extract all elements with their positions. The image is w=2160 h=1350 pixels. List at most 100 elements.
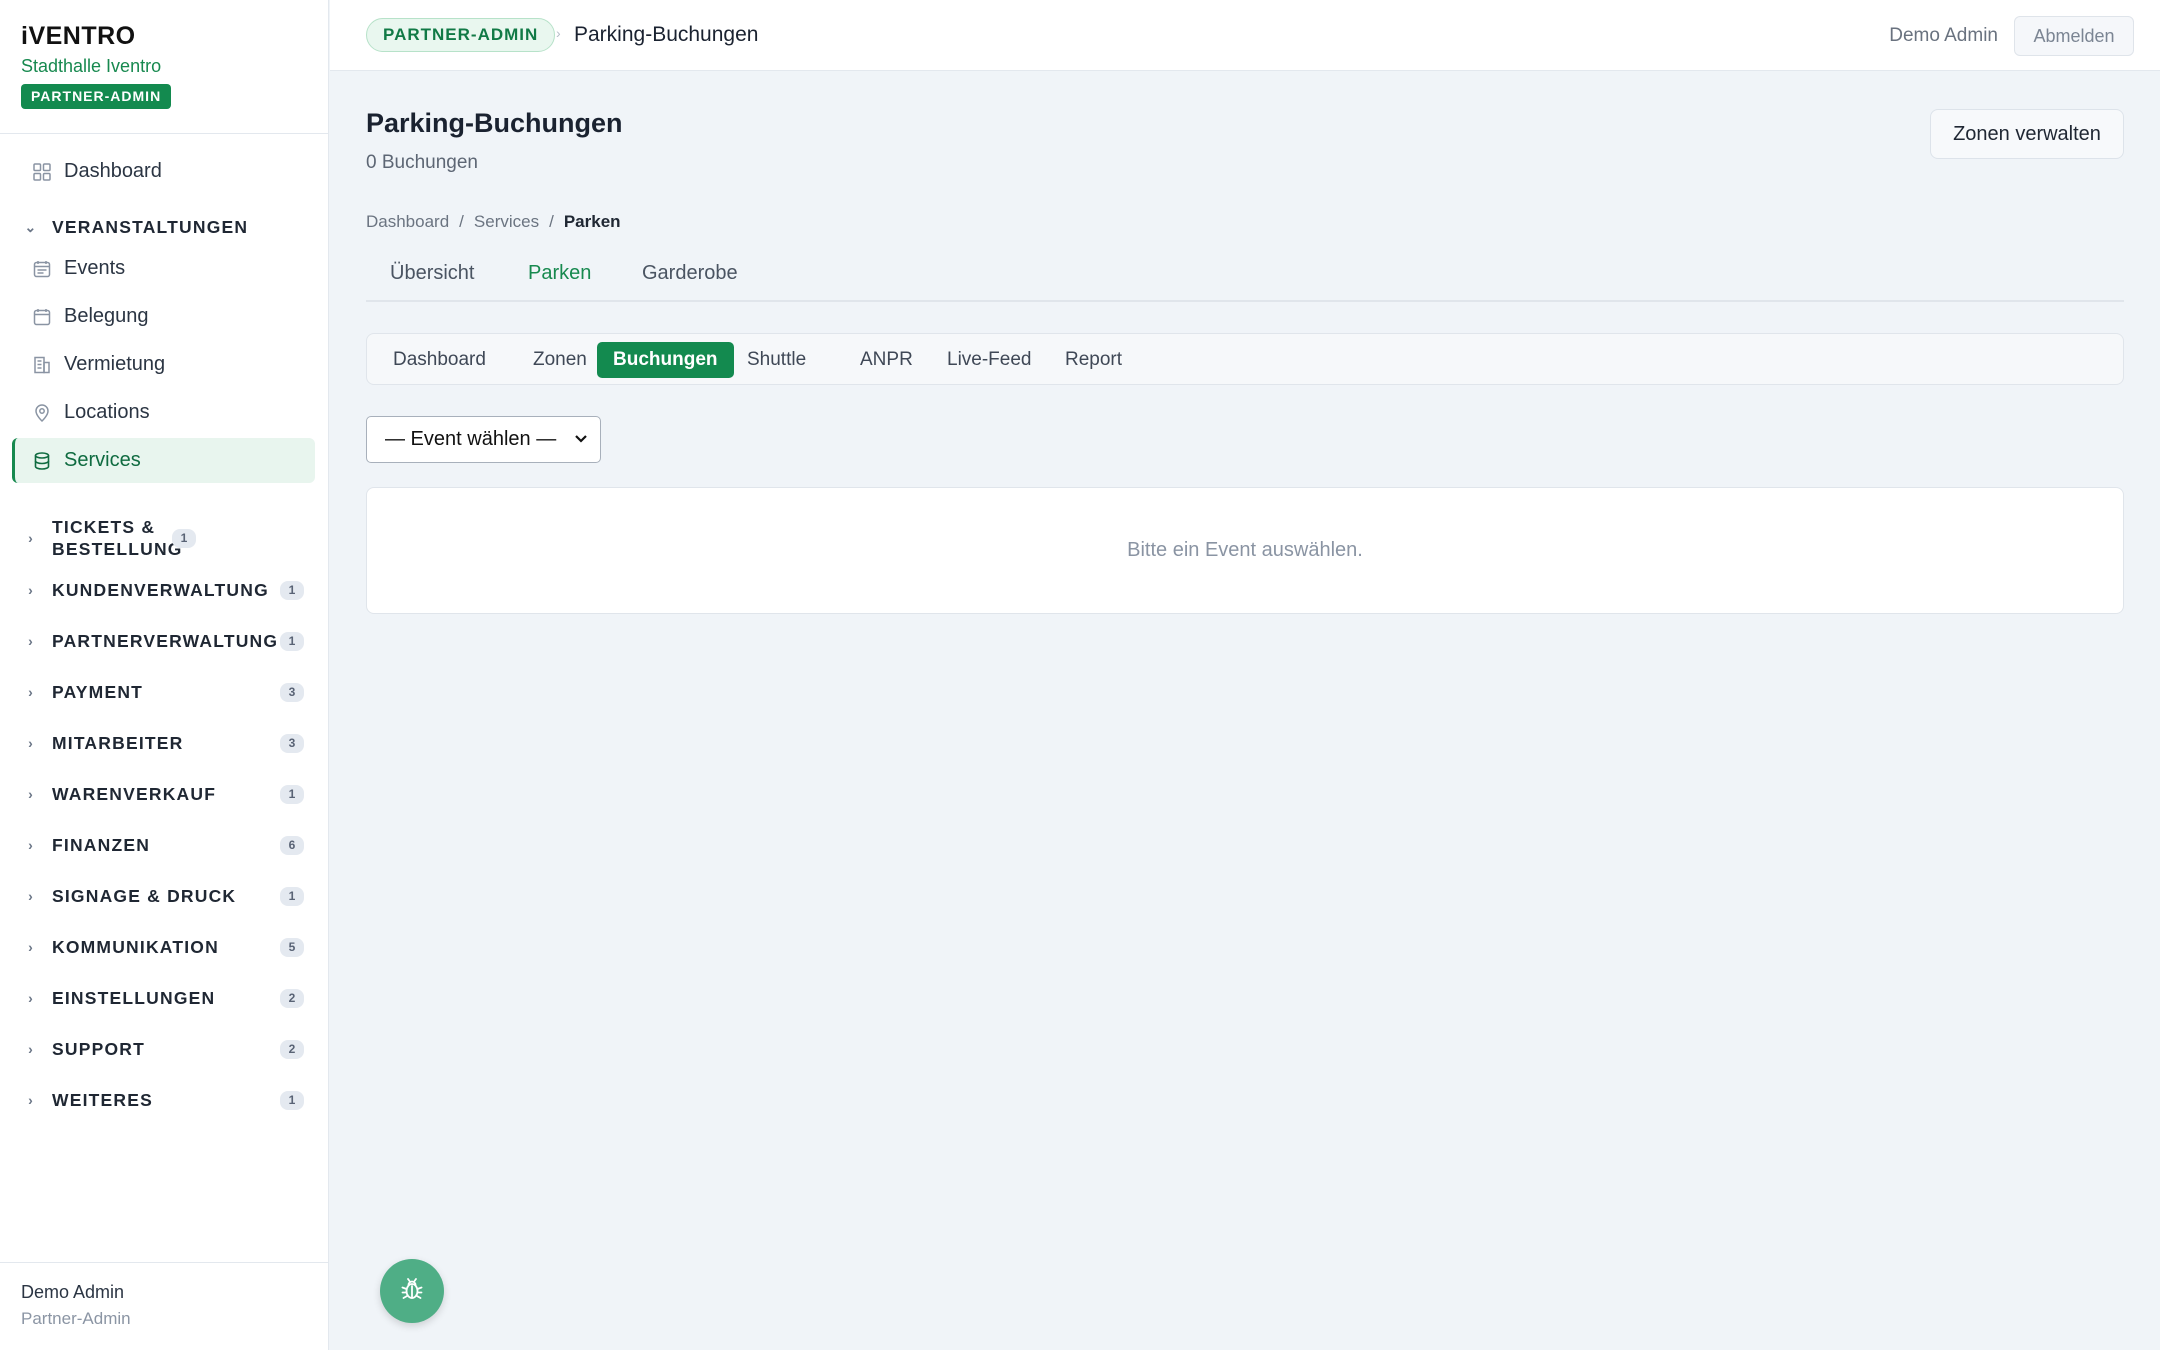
database-icon <box>32 451 52 471</box>
grid-icon <box>32 162 52 182</box>
event-select[interactable]: — Event wählen — <box>366 416 601 463</box>
booking-count: 0 Buchungen <box>366 152 478 173</box>
sidebar-item-label: Services <box>64 449 141 471</box>
sidebar-group-count: 1 <box>280 886 304 906</box>
sidebar-item-label: Vermietung <box>64 353 166 375</box>
subtab-report[interactable]: Report <box>1049 342 1138 378</box>
sidebar-user: Demo Admin Partner-Admin <box>0 1262 329 1350</box>
sidebar-item-belegung[interactable]: Belegung <box>12 294 315 339</box>
breadcrumb-link-dashboard[interactable]: Dashboard <box>366 212 449 232</box>
breadcrumb-separator: / <box>459 212 464 231</box>
brand-logo[interactable]: iVENTRO <box>21 22 307 50</box>
sidebar-group-count: 3 <box>280 733 304 753</box>
empty-state-message: Bitte ein Event auswählen. <box>1127 539 1363 561</box>
sidebar-group-count: 1 <box>280 631 304 651</box>
bug-report-button[interactable] <box>380 1259 444 1323</box>
sidebar-group-label: SIGNAGE & DRUCK <box>52 886 237 906</box>
subtab-dashboard[interactable]: Dashboard <box>377 342 502 378</box>
subtab-anpr[interactable]: ANPR <box>844 342 929 378</box>
subtab-live-feed[interactable]: Live-Feed <box>931 342 1048 378</box>
chevron-right-icon: › <box>28 939 34 955</box>
chevron-right-icon: › <box>28 633 34 649</box>
tab-parken[interactable]: Parken <box>528 262 591 285</box>
sidebar: iVENTRO Stadthalle Iventro PARTNER-ADMIN… <box>0 0 329 1350</box>
sidebar-item-label: Events <box>64 257 126 279</box>
page-title: Parking-Buchungen <box>366 108 623 138</box>
subtab-zonen[interactable]: Zonen <box>517 342 603 378</box>
sidebar-group[interactable]: › KUNDENVERWALTUNG 1 <box>24 579 304 601</box>
sidebar-group[interactable]: › KOMMUNIKATION 5 <box>24 936 304 958</box>
calendar-icon <box>32 307 52 327</box>
calendar-list-icon <box>32 259 52 279</box>
sidebar-group-label: TICKETS & BESTELLUNG <box>52 517 183 559</box>
section-label: VERANSTALTUNGEN <box>52 217 249 237</box>
venue-name: Stadthalle Iventro <box>21 56 162 76</box>
sidebar-group-label: PAYMENT <box>52 682 144 702</box>
sidebar-group-count: 2 <box>280 1039 304 1059</box>
topbar-title: Parking-Buchungen <box>574 23 759 46</box>
brand-block: iVENTRO Stadthalle Iventro PARTNER-ADMIN <box>0 0 328 134</box>
role-badge: PARTNER-ADMIN <box>21 84 172 109</box>
building-icon <box>32 355 52 375</box>
tab-garderobe[interactable]: Garderobe <box>642 262 738 285</box>
sidebar-group[interactable]: › FINANZEN 6 <box>24 834 304 856</box>
role-badge: PARTNER-ADMIN <box>366 18 556 52</box>
sidebar-section-veranstaltungen[interactable]: ⌄ VERANSTALTUNGEN <box>24 216 304 238</box>
sidebar-item-label: Locations <box>64 401 150 423</box>
sidebar-item-events[interactable]: Events <box>12 246 315 291</box>
sidebar-group-count: 5 <box>280 937 304 957</box>
subtab-shuttle[interactable]: Shuttle <box>731 342 822 378</box>
chevron-down-icon: ⌄ <box>24 219 38 235</box>
logout-button[interactable]: Abmelden <box>2014 16 2134 56</box>
sidebar-group-label: KUNDENVERWALTUNG <box>52 580 269 600</box>
bug-icon <box>399 1276 425 1307</box>
sidebar-group[interactable]: › TICKETS & BESTELLUNG 1 <box>24 516 304 560</box>
chevron-right-icon: › <box>28 530 34 546</box>
sidebar-group[interactable]: › MITARBEITER 3 <box>24 732 304 754</box>
sidebar-group[interactable]: › WEITERES 1 <box>24 1089 304 1111</box>
sidebar-item-dashboard[interactable]: Dashboard <box>12 149 315 194</box>
subtab-buchungen[interactable]: Buchungen <box>597 342 734 378</box>
chevron-right-icon: › <box>28 735 34 751</box>
event-select-value: — Event wählen — <box>385 428 557 450</box>
breadcrumb-current: Parken <box>563 212 621 231</box>
sidebar-group[interactable]: › SUPPORT 2 <box>24 1038 304 1060</box>
sidebar-item-label: Belegung <box>64 305 149 327</box>
sidebar-item-services[interactable]: Services <box>12 438 315 483</box>
sidebar-item-locations[interactable]: Locations <box>12 390 315 435</box>
breadcrumb-separator: › <box>556 25 561 41</box>
chevron-right-icon: › <box>28 837 34 853</box>
breadcrumb-link-services[interactable]: Services <box>474 212 539 232</box>
user-role: Partner-Admin <box>21 1309 131 1328</box>
chevron-right-icon: › <box>28 990 34 1006</box>
topbar: PARTNER-ADMIN › Parking-Buchungen Demo A… <box>330 0 2160 71</box>
parking-subnav: Dashboard Zonen Buchungen Shuttle ANPR L… <box>366 333 2124 385</box>
service-tabs: Übersicht Parken Garderobe <box>366 254 2124 302</box>
sidebar-group-count: 1 <box>280 1090 304 1110</box>
sidebar-group-label: MITARBEITER <box>52 733 184 753</box>
sidebar-group-count: 2 <box>280 988 304 1008</box>
manage-zones-button[interactable]: Zonen verwalten <box>1930 109 2124 159</box>
sidebar-group[interactable]: › PARTNERVERWALTUNG 1 <box>24 630 304 652</box>
chevron-right-icon: › <box>28 1092 34 1108</box>
sidebar-item-vermietung[interactable]: Vermietung <box>12 342 315 387</box>
user-name: Demo Admin <box>21 1282 125 1302</box>
chevron-right-icon: › <box>28 786 34 802</box>
sidebar-group-label: KOMMUNIKATION <box>52 937 219 957</box>
sidebar-group[interactable]: › PAYMENT 3 <box>24 681 304 703</box>
sidebar-group-label: SUPPORT <box>52 1039 145 1059</box>
breadcrumb-separator: / <box>549 212 554 231</box>
sidebar-group[interactable]: › WARENVERKAUF 1 <box>24 783 304 805</box>
chevron-right-icon: › <box>28 888 34 904</box>
empty-state: Bitte ein Event auswählen. <box>366 487 2124 614</box>
chevron-right-icon: › <box>28 684 34 700</box>
sidebar-group-count: 1 <box>280 580 304 600</box>
sidebar-group[interactable]: › EINSTELLUNGEN 2 <box>24 987 304 1009</box>
tab-uebersicht[interactable]: Übersicht <box>390 262 474 285</box>
sidebar-group-label: EINSTELLUNGEN <box>52 988 216 1008</box>
chevron-right-icon: › <box>28 582 34 598</box>
topbar-user-name: Demo Admin <box>1889 25 1998 46</box>
breadcrumb: Dashboard / Services / Parken <box>366 212 621 232</box>
map-pin-icon <box>32 403 52 423</box>
sidebar-group[interactable]: › SIGNAGE & DRUCK 1 <box>24 885 304 907</box>
